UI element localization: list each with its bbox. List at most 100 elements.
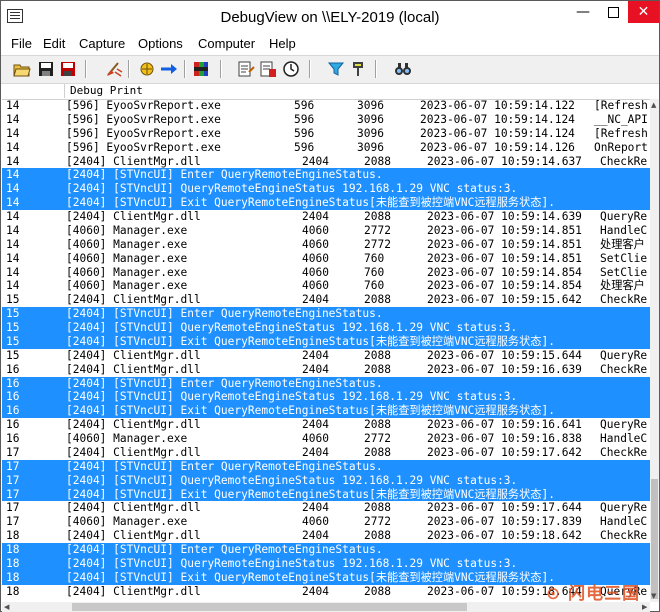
row-message-cell: __NC_API [594, 112, 648, 126]
column-header-debug-print[interactable]: Debug Print [70, 84, 143, 97]
row-index-cell: 15 [6, 293, 20, 307]
row-tid-cell: 3096 [357, 126, 384, 140]
toolbar-separator [309, 60, 311, 78]
list-item[interactable]: 14 [2404] ClientMgr.dll 2404 2088 2023-06-07… [2, 155, 650, 169]
row-message-cell: QueryRe [600, 418, 648, 432]
clear-icon[interactable] [105, 60, 123, 78]
row-timestamp-cell: 2023-06-07 10:59:16.641 [427, 418, 582, 432]
row-index-cell: 14 [6, 265, 20, 279]
save-as-icon[interactable] [59, 60, 77, 78]
row-message-cell: 处理客户 [600, 279, 645, 293]
highlighted-list-item[interactable]: 14 [2404] [STVncUI] Exit QueryRemoteEngin… [2, 196, 650, 210]
close-button[interactable]: ✕ [628, 1, 659, 23]
scroll-right-arrow-icon[interactable]: ▶ [642, 603, 647, 611]
title-bar[interactable]: DebugView on \\ELY-2019 (local) — ✕ [1, 1, 659, 33]
scroll-down-arrow-icon[interactable]: ▼ [651, 592, 656, 600]
filter-icon[interactable] [327, 60, 345, 78]
highlighted-list-item[interactable]: 14 [2404] [STVncUI] QueryRemoteEngineStat… [2, 182, 650, 197]
menu-computer[interactable]: Computer [198, 36, 255, 51]
highlighted-list-item[interactable]: 18 [2404] [STVncUI] QueryRemoteEngineStat… [2, 556, 650, 571]
menu-edit[interactable]: Edit [43, 36, 65, 51]
debug-output-list[interactable]: 14 [596] EyooSvrReport.exe 596 3096 2023-06-… [2, 99, 650, 602]
row-index-cell: 14 [6, 126, 20, 140]
list-item[interactable]: 14 [4060] Manager.exe 4060 2772 2023-06-07 1… [2, 224, 650, 238]
highlighted-list-item[interactable]: 16 [2404] [STVncUI] Exit QueryRemoteEngin… [2, 404, 650, 419]
scroll-left-arrow-icon[interactable]: ◀ [4, 603, 9, 611]
list-item[interactable]: 15 [2404] ClientMgr.dll 2404 2088 2023-06-07… [2, 293, 650, 307]
row-index-cell: 14 [6, 251, 20, 265]
list-item[interactable]: 17 [2404] ClientMgr.dll 2404 2088 2023-06-07… [2, 446, 650, 460]
row-index-cell: 16 [6, 404, 20, 418]
menu-options[interactable]: Options [138, 36, 183, 51]
open-icon[interactable] [13, 60, 31, 78]
list-item[interactable]: 14 [4060] Manager.exe 4060 760 2023-06-07 10… [2, 252, 650, 266]
row-tid-cell: 2772 [364, 432, 391, 445]
list-item[interactable]: 14 [596] EyooSvrReport.exe 596 3096 2023-06-… [2, 127, 650, 141]
row-message-cell: HandleC [600, 223, 648, 237]
row-timestamp-cell: 2023-06-07 10:59:14.854 [427, 265, 582, 279]
list-item[interactable]: 18 [2404] ClientMgr.dll 2404 2088 2023-06-07… [2, 529, 650, 543]
minimize-button[interactable]: — [568, 1, 598, 23]
toolbar [1, 55, 659, 84]
highlighted-list-item[interactable]: 15 [2404] [STVncUI] QueryRemoteEngineStat… [2, 321, 650, 335]
clock-icon[interactable] [282, 60, 300, 78]
highlighted-list-item[interactable]: 16 [2404] [STVncUI] Enter QueryRemoteEngi… [2, 376, 650, 391]
row-timestamp-cell: 2023-06-07 10:59:18.642 [427, 529, 582, 543]
list-item[interactable]: 14 [4060] Manager.exe 4060 2772 2023-06-07 1… [2, 238, 650, 252]
maximize-button[interactable] [598, 1, 628, 23]
history-icon[interactable] [259, 60, 277, 78]
row-index-cell: 17 [6, 459, 20, 473]
list-item[interactable]: 14 [4060] Manager.exe 4060 760 2023-06-07 10… [2, 279, 650, 293]
find-icon[interactable] [394, 60, 412, 78]
highlight-filter-icon[interactable] [349, 60, 367, 78]
list-item[interactable]: 17 [4060] Manager.exe 4060 2772 2023-06-07 1… [2, 515, 650, 529]
row-process-cell: [4060] Manager.exe [66, 265, 188, 279]
list-item[interactable]: 14 [2404] ClientMgr.dll 2404 2088 2023-06-07… [2, 210, 650, 224]
vertical-scroll-thumb[interactable] [651, 479, 658, 599]
row-tid-cell: 2088 [364, 584, 391, 598]
row-pid-cell: 596 [294, 112, 315, 126]
capture-icon[interactable] [138, 60, 156, 78]
list-item[interactable]: 14 [596] EyooSvrReport.exe 596 3096 2023-06-… [2, 141, 650, 155]
row-tid-cell: 760 [364, 265, 385, 279]
row-message-cell: [2404] [STVncUI] QueryRemoteEngineStatus… [66, 390, 518, 404]
highlighted-list-item[interactable]: 17 [2404] [STVncUI] Enter QueryRemoteEngi… [2, 459, 650, 474]
list-item[interactable]: 16 [2404] ClientMgr.dll 2404 2088 2023-06-07… [2, 418, 650, 432]
row-tid-cell: 2088 [364, 445, 391, 459]
row-index-cell: 16 [6, 376, 20, 390]
row-message-cell: 处理客户 [600, 237, 645, 251]
vertical-scrollbar[interactable]: ▲ ▼ [650, 99, 659, 602]
highlighted-list-item[interactable]: 17 [2404] [STVncUI] QueryRemoteEngineStat… [2, 473, 650, 488]
row-process-cell: [596] EyooSvrReport.exe [66, 99, 221, 112]
column-header-time[interactable] [2, 84, 65, 98]
autoscroll-icon[interactable] [160, 60, 178, 78]
row-message-cell: CheckRe [600, 445, 648, 459]
list-item[interactable]: 17 [2404] ClientMgr.dll 2404 2088 2023-06-07… [2, 501, 650, 515]
highlighted-list-item[interactable]: 16 [2404] [STVncUI] QueryRemoteEngineStat… [2, 390, 650, 405]
highlighted-list-item[interactable]: 15 [2404] [STVncUI] Exit QueryRemoteEngin… [2, 334, 650, 349]
highlighted-list-item[interactable]: 18 [2404] [STVncUI] Enter QueryRemoteEngi… [2, 543, 650, 557]
row-timestamp-cell: 2023-06-07 10:59:14.851 [427, 237, 582, 251]
list-item[interactable]: 16 [2404] ClientMgr.dll 2404 2088 2023-06-07… [2, 363, 650, 377]
highlighted-list-item[interactable]: 17 [2404] [STVncUI] Exit QueryRemoteEngin… [2, 487, 650, 502]
row-index-cell: 14 [6, 154, 20, 168]
highlighted-list-item[interactable]: 14 [2404] [STVncUI] Enter QueryRemoteEngi… [2, 168, 650, 183]
highlight-icon[interactable] [192, 60, 210, 78]
horizontal-scroll-thumb[interactable] [72, 603, 467, 611]
row-index-cell: 17 [6, 501, 20, 515]
list-item[interactable]: 16 [4060] Manager.exe 4060 2772 2023-06-07 1… [2, 432, 650, 446]
list-item[interactable]: 14 [596] EyooSvrReport.exe 596 3096 2023-06-… [2, 113, 650, 127]
scroll-up-arrow-icon[interactable]: ▲ [651, 101, 656, 109]
menu-file[interactable]: File [11, 36, 32, 51]
list-item[interactable]: 15 [2404] ClientMgr.dll 2404 2088 2023-06-07… [2, 349, 650, 363]
log-boot-icon[interactable] [237, 60, 255, 78]
row-process-cell: [2404] ClientMgr.dll [66, 584, 201, 598]
highlighted-list-item[interactable]: 15 [2404] [STVncUI] Enter QueryRemoteEngi… [2, 307, 650, 321]
list-item[interactable]: 14 [4060] Manager.exe 4060 760 2023-06-07 10… [2, 266, 650, 280]
save-icon[interactable] [37, 60, 55, 78]
list-item[interactable]: 14 [596] EyooSvrReport.exe 596 3096 2023-06-… [2, 99, 650, 113]
menu-capture[interactable]: Capture [79, 36, 125, 51]
row-index-cell: 15 [6, 334, 20, 348]
row-message-cell: CheckRe [600, 154, 648, 168]
menu-help[interactable]: Help [269, 36, 296, 51]
